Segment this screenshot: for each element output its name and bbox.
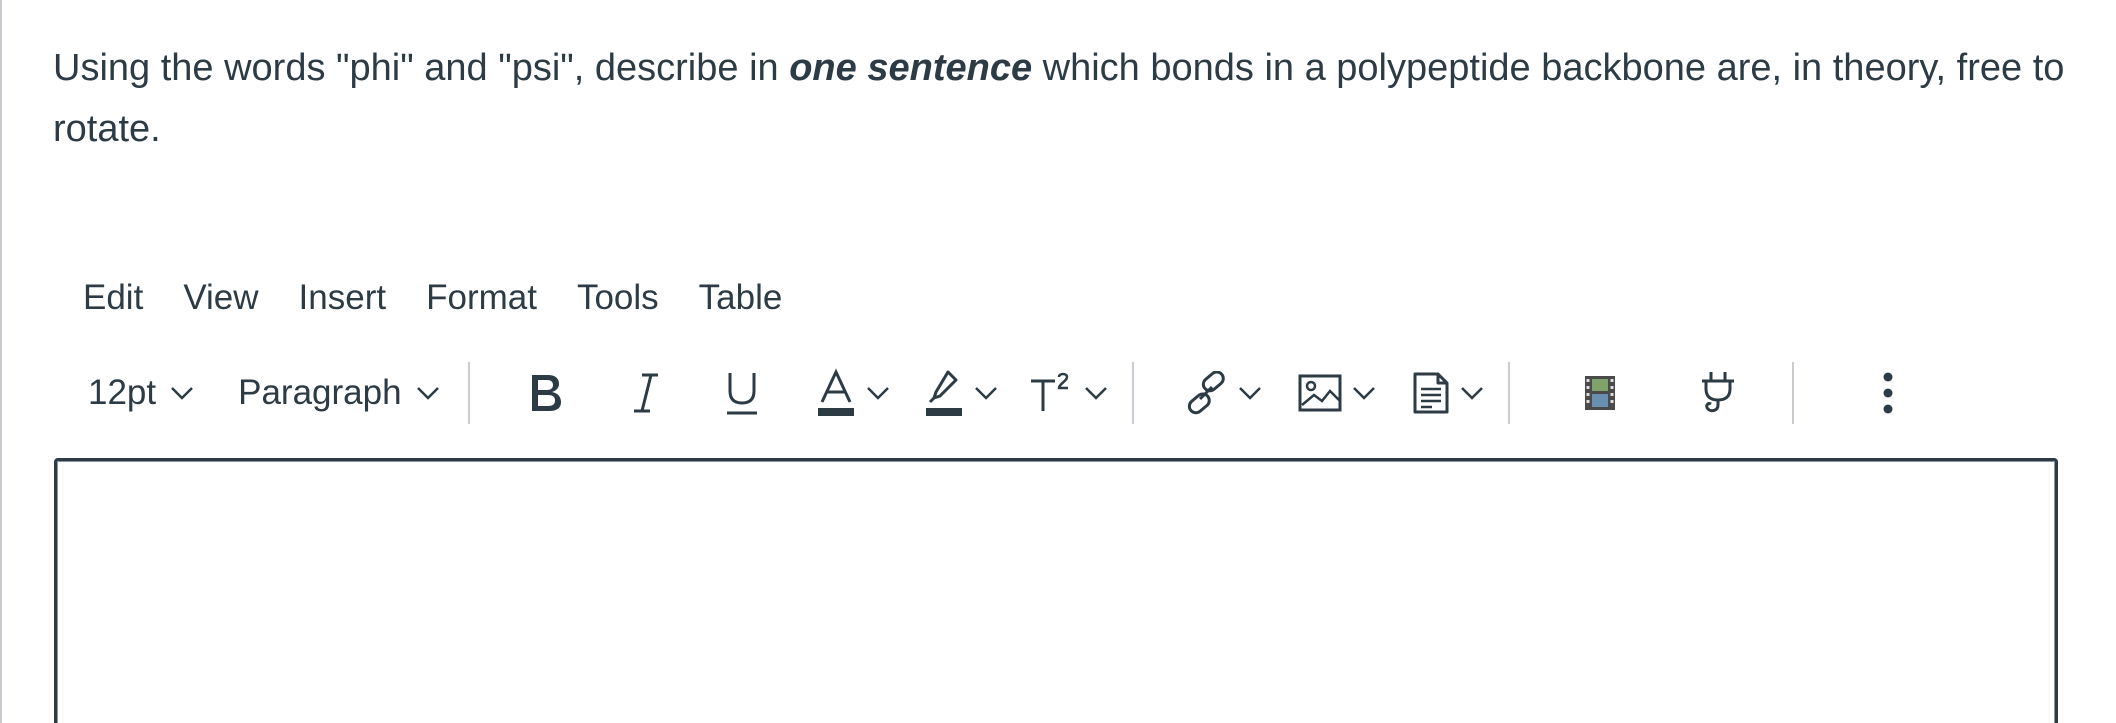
menu-view[interactable]: View (163, 274, 278, 322)
media-icon (1584, 376, 1615, 410)
menu-table[interactable]: Table (679, 274, 803, 322)
block-format-select[interactable]: Paragraph (204, 363, 449, 423)
image-button[interactable] (1288, 363, 1386, 423)
toolbar-separator (467, 362, 470, 424)
editor-toolbar: 12pt Paragraph (68, 362, 1928, 424)
italic-icon (628, 371, 664, 415)
chevron-down-icon (1238, 386, 1262, 400)
toolbar-separator (1791, 362, 1794, 424)
toolbar-separator (1507, 362, 1510, 424)
window-left-border (0, 0, 2, 723)
more-options-button[interactable] (1848, 363, 1928, 423)
block-format-value: Paragraph (238, 373, 402, 412)
chevron-down-icon (974, 386, 998, 400)
question-text-start: Using the words "phi" and "psi", describ… (53, 47, 790, 89)
highlight-color-button[interactable] (914, 363, 1008, 423)
chevron-down-icon (170, 386, 194, 400)
rich-text-editor-area[interactable] (54, 458, 2058, 723)
underline-button[interactable] (702, 363, 782, 423)
superscript-icon (1028, 371, 1074, 415)
text-color-button[interactable] (806, 363, 900, 423)
menu-insert[interactable]: Insert (279, 274, 407, 322)
media-button[interactable] (1560, 363, 1640, 423)
image-icon (1298, 373, 1342, 413)
question-emphasis: one sentence (789, 47, 1033, 89)
bold-icon (526, 371, 566, 415)
document-button[interactable] (1402, 363, 1494, 423)
chevron-down-icon (1460, 386, 1484, 400)
editor-menubar: Edit View Insert Format Tools Table (63, 273, 802, 323)
font-size-value: 12pt (88, 373, 157, 412)
menu-edit[interactable]: Edit (63, 274, 163, 322)
question-text: Using the words "phi" and "psi", describ… (53, 38, 2073, 160)
more-icon (1882, 371, 1894, 415)
chevron-down-icon (416, 386, 440, 400)
toolbar-separator (1131, 362, 1134, 424)
chevron-down-icon (1084, 386, 1108, 400)
menu-tools[interactable]: Tools (557, 274, 679, 322)
plugin-button[interactable] (1678, 363, 1758, 423)
underline-icon (722, 369, 762, 417)
link-icon (1184, 371, 1228, 415)
document-icon (1412, 371, 1450, 415)
superscript-button[interactable] (1018, 363, 1118, 423)
chevron-down-icon (1352, 386, 1376, 400)
font-size-select[interactable]: 12pt (68, 363, 204, 423)
bold-button[interactable] (506, 363, 586, 423)
menu-format[interactable]: Format (406, 274, 557, 322)
chevron-down-icon (866, 386, 890, 400)
highlight-icon (924, 368, 964, 418)
italic-button[interactable] (606, 363, 686, 423)
plugin-icon (1698, 369, 1738, 417)
link-button[interactable] (1174, 363, 1272, 423)
text-color-icon (816, 368, 856, 418)
